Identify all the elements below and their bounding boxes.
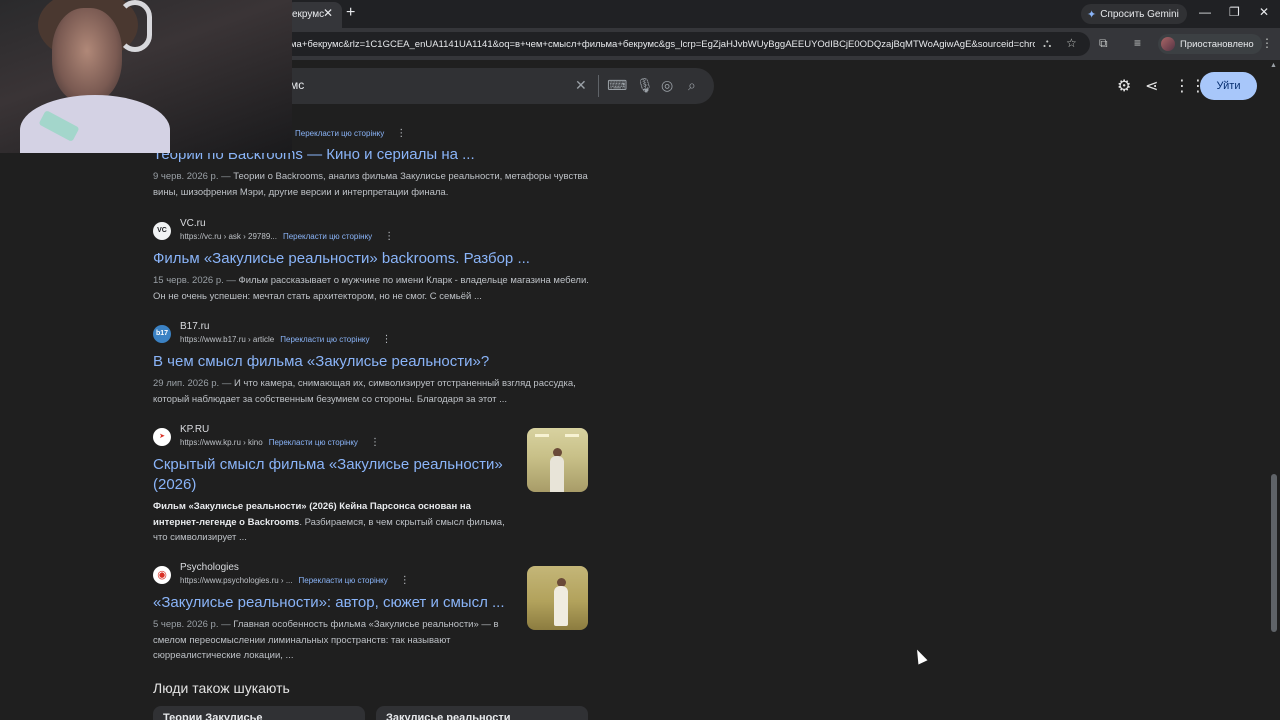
profile-label: Приостановлено [1180,38,1254,50]
maximize-icon[interactable]: ❐ [1229,5,1240,19]
tab-title: екрумс [292,9,325,20]
gemini-label: Спросить Gemini [1100,8,1179,20]
browser-tab[interactable]: екрумс [286,2,342,28]
more-options-icon[interactable]: ⋮ [370,437,380,448]
search-divider [598,75,599,97]
lens-icon[interactable]: ◎ [661,77,673,94]
site-name: B17.ru [180,321,210,332]
site-row[interactable]: ➤ KP.RU https://www.kp.ru › kino Переклас… [153,424,513,452]
page-scrollbar[interactable] [1271,474,1277,632]
more-options-icon[interactable]: ⋮ [400,575,410,586]
minimize-icon[interactable]: — [1199,5,1211,19]
site-name: KP.RU [180,424,210,435]
site-url-row: https://www.psychologies.ru › ... Перекла… [180,575,410,586]
site-url-row: https://vc.ru › ask › 29789... Перекласти… [180,231,394,242]
avatar [1161,37,1175,51]
result-title[interactable]: В чем смысл фильма «Закулисье реальности… [153,352,593,372]
mouse-cursor-icon [912,647,928,665]
media-icon[interactable]: ≡ [1134,36,1141,50]
result-date: 9 черв. 2026 р. — [153,171,231,182]
site-url-row: https://www.kp.ru › kino Перекласти цю ст… [180,437,380,448]
translate-row: Перекласти цю сторінку ⋮ [289,128,406,139]
site-url: https://vc.ru › ask › 29789... [180,232,277,241]
kp-favicon-icon: ➤ [153,428,171,446]
result-thumbnail[interactable] [527,428,588,492]
translate-link[interactable]: Перекласти цю сторінку [295,129,384,138]
site-url: https://www.psychologies.ru › ... [180,576,293,585]
share-icon[interactable]: ⋖ [1145,76,1158,96]
close-window-icon[interactable]: ✕ [1259,5,1269,19]
translate-icon[interactable]: ⛬ [1043,36,1051,51]
result-date: 5 черв. 2026 р. — [153,619,231,630]
search-input[interactable]: мс [290,78,304,92]
result-snippet: 29 лип. 2026 р. — И что камера, снимающа… [153,376,593,407]
search-result: ◉ Psychologies https://www.psychologies.… [153,562,513,664]
translate-link[interactable]: Перекласти цю сторінку [299,576,388,585]
ceiling-light [565,434,579,437]
result-snippet: Фильм «Закулисье реальности» (2026) Кейн… [153,499,513,546]
logout-button[interactable]: Уйти [1200,72,1257,100]
people-also-search-title: Люди також шукають [153,680,290,696]
settings-icon[interactable]: ⚙ [1117,76,1131,96]
result-snippet: 5 черв. 2026 р. — Главная особенность фи… [153,617,513,664]
translate-link[interactable]: Перекласти цю сторінку [280,335,369,344]
site-row[interactable]: b17 B17.ru https://www.b17.ru › article П… [153,321,593,349]
gemini-star-icon: ✦ [1087,8,1097,21]
profile-button[interactable]: Приостановлено [1158,34,1262,54]
site-url-row: https://www.b17.ru › article Перекласти ц… [180,334,392,345]
site-row[interactable]: ◉ Psychologies https://www.psychologies.… [153,562,513,590]
b17-favicon-icon: b17 [153,325,171,343]
search-result: VC VC.ru https://vc.ru › ask › 29789... П… [153,218,593,304]
result-title[interactable]: «Закулисье реальности»: автор, сюжет и с… [153,593,513,613]
more-options-icon[interactable]: ⋮ [382,334,392,345]
search-result: b17 B17.ru https://www.b17.ru › article П… [153,321,593,407]
result-title[interactable]: Фильм «Закулисье реальности» backrooms. … [153,249,593,269]
more-options-icon[interactable]: ⋮ [384,231,394,242]
webcam-overlay [0,0,292,153]
new-tab-icon[interactable]: + [346,4,355,22]
site-row[interactable]: VC VC.ru https://vc.ru › ask › 29789... П… [153,218,593,246]
figure [554,586,568,626]
ceiling-light [535,434,549,437]
vc-favicon-icon: VC [153,222,171,240]
translate-link[interactable]: Перекласти цю сторінку [269,438,358,447]
close-tab-icon[interactable]: ✕ [323,6,333,20]
result-title[interactable]: Скрытый смысл фильма «Закулисье реальнос… [153,455,513,495]
search-icon[interactable]: ⌕ [688,77,696,94]
keyboard-icon[interactable]: ⌨ [607,77,627,94]
result-date: 15 черв. 2026 р. — [153,275,236,286]
result-thumbnail[interactable] [527,566,588,630]
url-text[interactable]: ма+бекрумс&rlz=1C1GCEA_enUA1141UA1141&oq… [290,39,1035,50]
gemini-button[interactable]: ✦ Спросить Gemini [1081,4,1187,24]
translate-link[interactable]: Перекласти цю сторінку [283,232,372,241]
psychologies-favicon-icon: ◉ [153,566,171,584]
headphone-icon [118,0,152,52]
menu-icon[interactable]: ⋮ [1261,36,1273,50]
related-search-chip[interactable]: Теории Закулисье [153,706,365,720]
star-icon[interactable]: ☆ [1066,36,1077,50]
mic-icon[interactable]: 🎙 [636,77,654,94]
site-url: https://www.kp.ru › kino [180,438,263,447]
site-name: VC.ru [180,218,206,229]
clear-icon[interactable]: ✕ [575,77,587,94]
search-result: ➤ KP.RU https://www.kp.ru › kino Переклас… [153,424,513,546]
extensions-icon[interactable]: ⧉ [1099,36,1108,51]
site-url: https://www.b17.ru › article [180,335,275,344]
site-name: Psychologies [180,562,239,573]
scroll-up-icon[interactable]: ▲ [1270,62,1277,69]
more-options-icon[interactable]: ⋮ [396,128,406,139]
result-date: 29 лип. 2026 р. — [153,378,232,389]
webcam-face [52,8,122,103]
related-search-chip[interactable]: Закулисье реальности [376,706,588,720]
figure [550,456,564,492]
result-snippet: 15 черв. 2026 р. — Фильм рассказывает о … [153,273,593,304]
result-snippet: 9 черв. 2026 р. — Теории о Backrooms, ан… [153,169,593,200]
